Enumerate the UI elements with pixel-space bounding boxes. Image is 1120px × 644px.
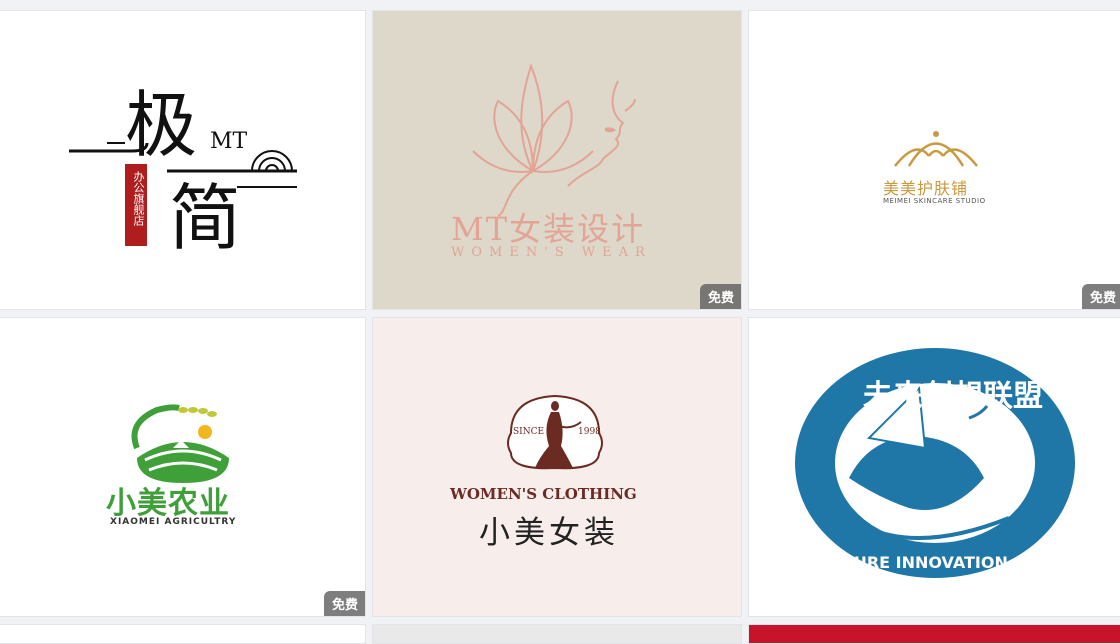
logo-mark-mt: MT: [210, 129, 248, 154]
logo-title: 美美护肤铺: [883, 179, 969, 198]
logo-char-ji: 极: [125, 83, 198, 167]
logo-womens-clothing: SINCE 1998 WOMEN'S CLOTHING 小美女装: [373, 318, 741, 616]
free-badge: 免费: [323, 591, 365, 616]
logo-xiaomei-agriculture: 小美农业 XIAOMEI AGRICULTRY: [0, 318, 365, 616]
logo-title: 小美农业: [106, 486, 230, 521]
logo-title: MT女装设计: [451, 210, 646, 248]
logo-title-en: WOMEN'S CLOTHING: [450, 485, 637, 503]
farm-field-icon: [131, 404, 229, 483]
template-card-9[interactable]: [748, 624, 1120, 644]
logo-meimei-skincare: 美美护肤铺 MEIMEI SKINCARE STUDIO: [749, 11, 1120, 309]
template-card-5[interactable]: SINCE 1998 WOMEN'S CLOTHING 小美女装: [372, 317, 742, 617]
template-card-8[interactable]: [372, 624, 742, 644]
woman-flower-icon: [472, 63, 636, 217]
template-card-1[interactable]: 极 简 MT 办公旗舰店: [0, 10, 366, 310]
template-card-2[interactable]: MT女装设计 WOMEN'S WEAR 免费: [372, 10, 742, 310]
logo-jijian: 极 简 MT 办公旗舰店: [0, 11, 365, 309]
since-label: SINCE: [513, 427, 545, 437]
template-card-4[interactable]: 小美农业 XIAOMEI AGRICULTRY 免费: [0, 317, 366, 617]
lady-silhouette-icon: [507, 394, 603, 470]
logo-char-jian: 简: [169, 176, 242, 260]
free-badge: 免费: [699, 284, 741, 309]
logo-subtitle: WOMEN'S WEAR: [451, 245, 652, 260]
logo-seal-text: 办公旗舰店: [132, 171, 145, 226]
logo-subtitle: XIAOMEI AGRICULTRY: [110, 517, 237, 527]
arc-text-en: FUTURE INNOVATION ALLIANCE: [819, 553, 1101, 572]
logo-future-innovation-alliance: 未来创想联盟 FUTURE INNOVATION ALLIANCE: [749, 318, 1120, 616]
emblem-text-layer: 未来创想联盟 FUTURE INNOVATION ALLIANCE: [819, 379, 1101, 572]
template-card-6[interactable]: 未来创想联盟 FUTURE INNOVATION ALLIANCE: [748, 317, 1120, 617]
logo-title-cn: 小美女装: [479, 515, 619, 551]
logo-subtitle: MEIMEI SKINCARE STUDIO: [883, 197, 986, 205]
year-label: 1998: [578, 427, 601, 437]
free-badge: 免费: [1081, 284, 1120, 309]
arc-text-cn: 未来创想联盟: [863, 379, 1043, 414]
template-card-3[interactable]: 美美护肤铺 MEIMEI SKINCARE STUDIO 免费: [748, 10, 1120, 310]
crown-icon: [894, 131, 978, 167]
logo-mt-womens-wear: MT女装设计 WOMEN'S WEAR: [373, 11, 741, 309]
template-card-7[interactable]: [0, 624, 366, 644]
